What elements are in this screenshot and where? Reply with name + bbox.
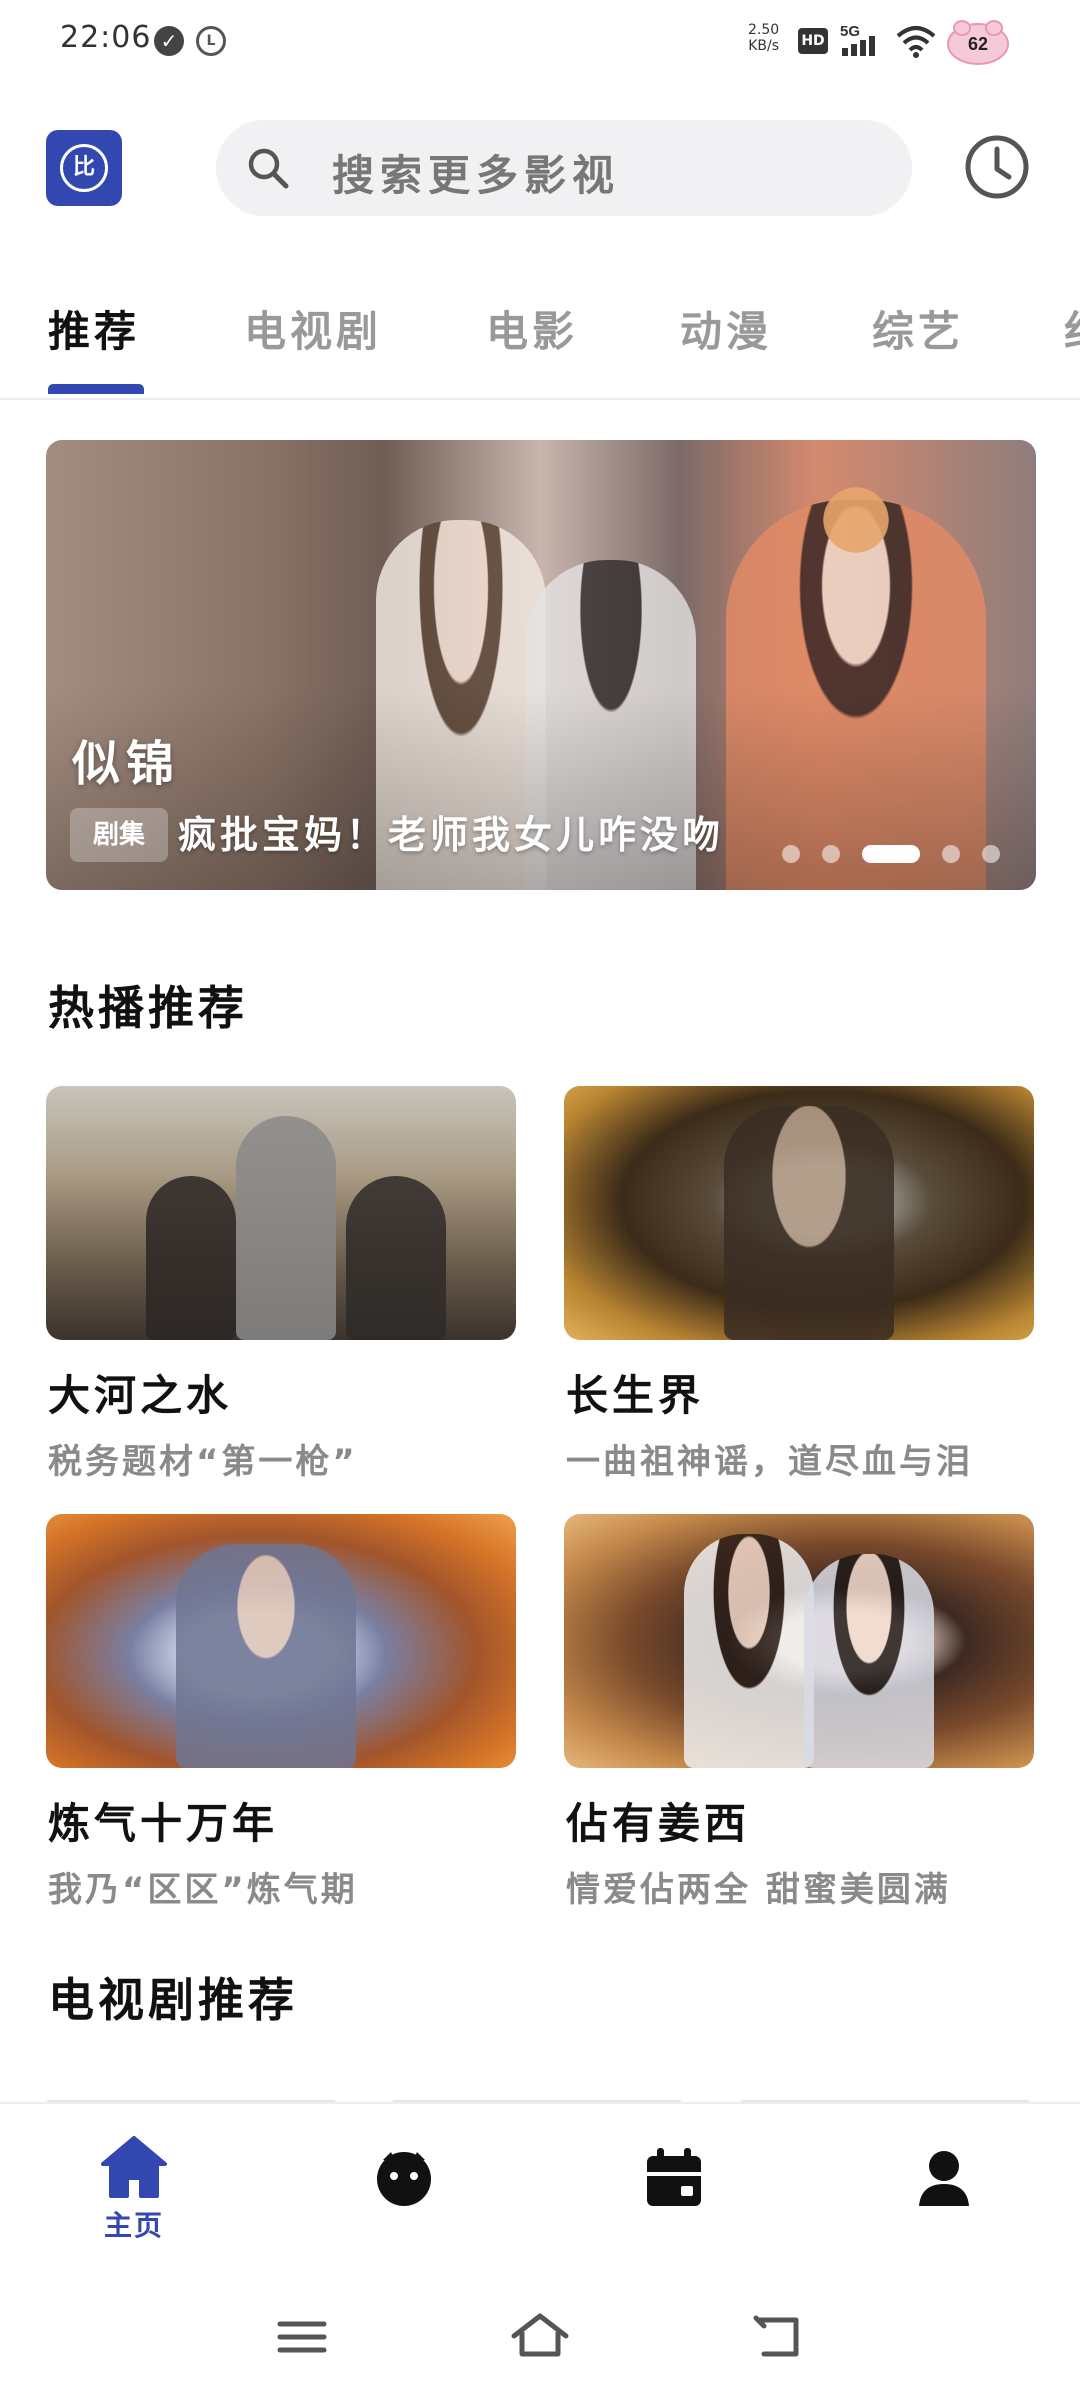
- banner-dot[interactable]: [782, 845, 800, 863]
- banner-dot[interactable]: [942, 845, 960, 863]
- nav-discover[interactable]: [354, 2134, 454, 2244]
- history-clock-icon[interactable]: [962, 132, 1032, 202]
- section-title-hot: 热播推荐: [48, 981, 248, 1035]
- video-description: 税务题材“第一枪”: [48, 1442, 358, 1482]
- banner-dot-active[interactable]: [862, 845, 920, 863]
- nav-home[interactable]: 主页: [84, 2134, 184, 2244]
- status-time: 22:06: [60, 20, 152, 55]
- section-title-tv: 电视剧推荐: [48, 1973, 298, 2027]
- battery-level: 62: [968, 34, 988, 54]
- video-title: 佔有姜西: [566, 1799, 751, 1848]
- app-logo[interactable]: 比: [46, 130, 122, 206]
- nav-calendar[interactable]: [624, 2134, 724, 2244]
- home-icon: [101, 2136, 167, 2198]
- tab-tv-series[interactable]: 电视剧: [244, 298, 382, 359]
- l-circle-icon: L: [196, 26, 226, 56]
- nav-home-label: 主页: [103, 2209, 164, 2242]
- battery-icon: 62: [944, 18, 1012, 66]
- banner-title: 似锦: [72, 736, 181, 792]
- video-title: 炼气十万年: [48, 1799, 279, 1848]
- profile-icon: [919, 2151, 969, 2206]
- banner-dot[interactable]: [822, 845, 840, 863]
- tab-anime[interactable]: 动漫: [680, 298, 772, 359]
- check-circle-icon: ✓: [154, 26, 184, 56]
- home-button-icon[interactable]: [510, 2312, 570, 2362]
- network-speed: 2.50 KB/s: [748, 22, 779, 54]
- network-speed-value: 2.50: [748, 22, 780, 38]
- video-description: 一曲祖神谣，道尽血与泪: [566, 1442, 973, 1482]
- tab-variety[interactable]: 综艺: [872, 298, 964, 359]
- wifi-icon: [896, 26, 936, 58]
- video-thumbnail: [46, 1086, 516, 1340]
- banner-tag: 剧集: [70, 808, 168, 862]
- status-bar: 22:06 ✓ L 2.50 KB/s HD 5G 62: [0, 0, 1080, 84]
- calendar-icon: [647, 2148, 701, 2206]
- tab-recommend[interactable]: 推荐: [48, 298, 140, 359]
- banner-subtitle: 疯批宝妈！老师我女儿咋没吻: [178, 813, 725, 857]
- video-thumbnail: [46, 1514, 516, 1768]
- search-icon: [248, 148, 289, 189]
- search-placeholder: 搜索更多影视: [332, 151, 621, 200]
- menu-icon[interactable]: [272, 2312, 332, 2362]
- video-description: 我乃“区区”炼气期: [48, 1870, 358, 1910]
- network-type-label: 5G: [840, 23, 860, 40]
- system-navigation-bar: [0, 2272, 1080, 2400]
- video-description: 情爱佔两全 甜蜜美圆满: [566, 1870, 951, 1910]
- search-bar[interactable]: 搜索更多影视: [216, 120, 912, 216]
- video-thumbnail: [564, 1514, 1034, 1768]
- app-logo-text: 比: [60, 144, 108, 192]
- tab-documentary[interactable]: 纪: [1064, 298, 1080, 359]
- network-speed-unit: KB/s: [748, 38, 779, 54]
- video-title: 长生界: [566, 1371, 705, 1420]
- featured-banner[interactable]: 似锦 剧集 疯批宝妈！老师我女儿咋没吻: [46, 440, 1036, 890]
- tab-active-indicator: [48, 384, 144, 394]
- banner-dot[interactable]: [982, 845, 1000, 863]
- tab-movies[interactable]: 电影: [486, 298, 578, 359]
- back-icon[interactable]: [750, 2312, 810, 2362]
- video-title: 大河之水: [48, 1371, 233, 1420]
- hd-badge: HD: [798, 28, 828, 54]
- nav-profile[interactable]: [894, 2134, 994, 2244]
- signal-icon: 5G: [840, 23, 875, 56]
- category-tabs: 推荐 电视剧 电影 动漫 综艺 纪: [0, 280, 1080, 400]
- discover-face-icon: [377, 2152, 431, 2206]
- bottom-nav: 主页: [0, 2102, 1080, 2274]
- video-thumbnail: [564, 1086, 1034, 1340]
